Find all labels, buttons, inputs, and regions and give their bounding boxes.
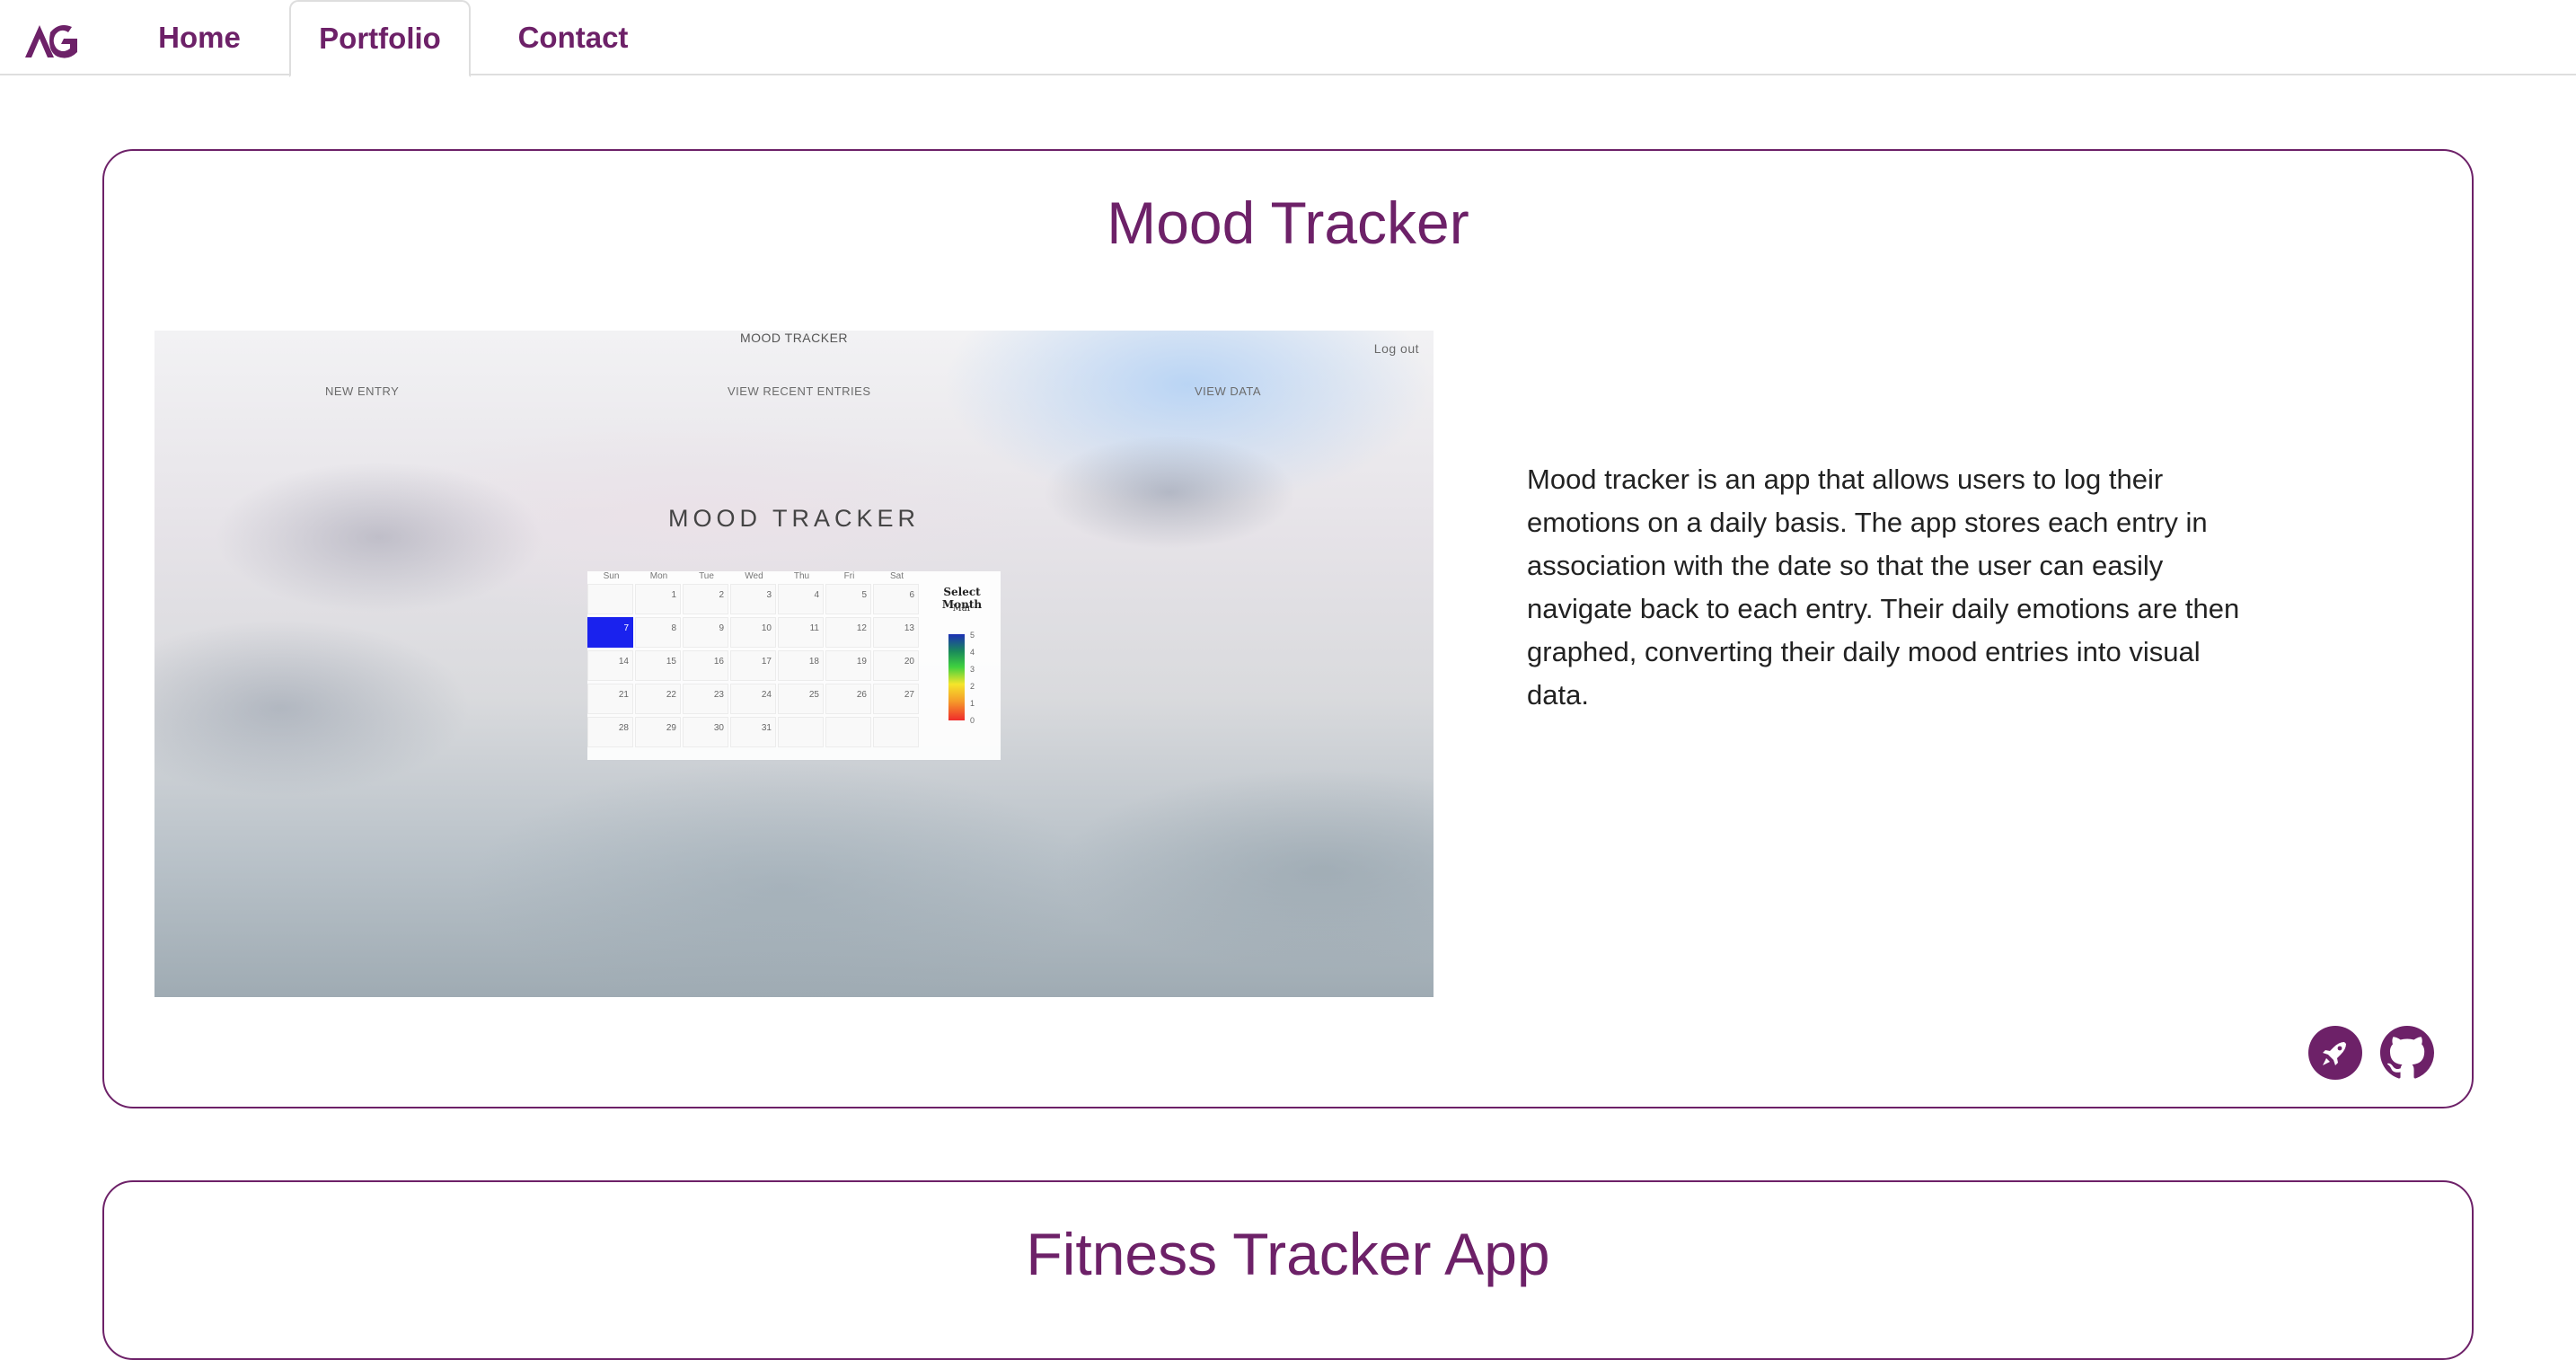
- calendar-day: [825, 717, 871, 747]
- nav-portfolio-tab[interactable]: Portfolio: [289, 0, 471, 77]
- calendar-day: 7: [587, 617, 633, 648]
- calendar-day: 3: [730, 584, 776, 614]
- calendar-day: 23: [683, 684, 728, 714]
- calendar-day: 28: [587, 717, 633, 747]
- calendar-day: 11: [778, 617, 824, 648]
- ag-logo-icon[interactable]: [23, 16, 81, 61]
- legend-tick: 1: [970, 699, 975, 708]
- deploy-link-button[interactable]: [2308, 1026, 2362, 1080]
- project-card-fitness-tracker: Fitness Tracker App: [102, 1180, 2474, 1360]
- legend-color-scale: [948, 634, 965, 720]
- calendar-day: 21: [587, 684, 633, 714]
- calendar-weekday: Fri: [843, 571, 855, 581]
- calendar-day: 22: [635, 684, 681, 714]
- legend-tick: 2: [970, 682, 975, 691]
- screenshot-calendar: Sun Mon Tue Wed Thu Fri Sat 1 2 3 4 5 6 7 8 9 10 11 12 13 14…: [587, 571, 1001, 760]
- legend-tick: 3: [970, 665, 975, 674]
- screenshot-logout: Log out: [1373, 341, 1419, 356]
- calendar-day: [778, 717, 824, 747]
- legend-month: Mar: [952, 604, 972, 614]
- calendar-day: 12: [825, 617, 871, 648]
- project-screenshot: MOOD TRACKER Log out NEW ENTRY VIEW RECE…: [154, 331, 1434, 997]
- calendar-day: 6: [873, 584, 919, 614]
- calendar-weekday: Wed: [745, 571, 763, 581]
- calendar-day: 24: [730, 684, 776, 714]
- calendar-day: 27: [873, 684, 919, 714]
- calendar-day: 15: [635, 650, 681, 681]
- calendar-day: 20: [873, 650, 919, 681]
- calendar-day: [587, 584, 633, 614]
- screenshot-nav-new-entry: NEW ENTRY: [325, 384, 400, 398]
- calendar-day: 16: [683, 650, 728, 681]
- calendar-day: 9: [683, 617, 728, 648]
- top-navbar: Home Portfolio Contact: [0, 0, 2576, 77]
- github-link-button[interactable]: [2380, 1026, 2434, 1080]
- screenshot-legend: Select Month Mar 543210: [925, 580, 999, 742]
- calendar-day: 18: [778, 650, 824, 681]
- calendar-day: 29: [635, 717, 681, 747]
- calendar-day: 8: [635, 617, 681, 648]
- rocket-icon: [2323, 1042, 2346, 1065]
- calendar-day: 5: [825, 584, 871, 614]
- calendar-day: 10: [730, 617, 776, 648]
- calendar-day: 31: [730, 717, 776, 747]
- project-description: Mood tracker is an app that allows users…: [1527, 464, 2240, 711]
- nav-home-link[interactable]: Home: [135, 0, 264, 75]
- calendar-weekday: Sat: [889, 571, 904, 581]
- calendar-day: 4: [778, 584, 824, 614]
- github-icon: [2380, 1026, 2434, 1079]
- legend-tick: 4: [970, 648, 975, 657]
- calendar-day: [873, 717, 919, 747]
- project-title: Fitness Tracker App: [1026, 1221, 1550, 1287]
- project-title: Mood Tracker: [1107, 190, 1469, 256]
- calendar-day: 1: [635, 584, 681, 614]
- calendar-weekday: Mon: [649, 571, 668, 581]
- screenshot-app-title: MOOD TRACKER: [739, 331, 849, 345]
- calendar-weekday: Tue: [699, 571, 714, 581]
- legend-tick: 5: [970, 631, 975, 640]
- calendar-day: 30: [683, 717, 728, 747]
- calendar-weekday: Sun: [603, 571, 620, 581]
- screenshot-nav-view-data: VIEW DATA: [1195, 384, 1262, 398]
- screenshot-nav-recent: VIEW RECENT ENTRIES: [728, 384, 871, 398]
- calendar-day: 19: [825, 650, 871, 681]
- screenshot-hero-title: MOOD TRACKER: [667, 505, 921, 532]
- calendar-day: 2: [683, 584, 728, 614]
- calendar-day: 17: [730, 650, 776, 681]
- calendar-day: 25: [778, 684, 824, 714]
- legend-tick: 0: [970, 716, 975, 725]
- calendar-day: 26: [825, 684, 871, 714]
- calendar-day: 14: [587, 650, 633, 681]
- calendar-weekday: Thu: [793, 571, 810, 581]
- project-card-mood-tracker: Mood Tracker MOOD TRACKER Log out NEW EN…: [102, 149, 2474, 1108]
- nav-contact-link[interactable]: Contact: [496, 0, 650, 75]
- calendar-day: 13: [873, 617, 919, 648]
